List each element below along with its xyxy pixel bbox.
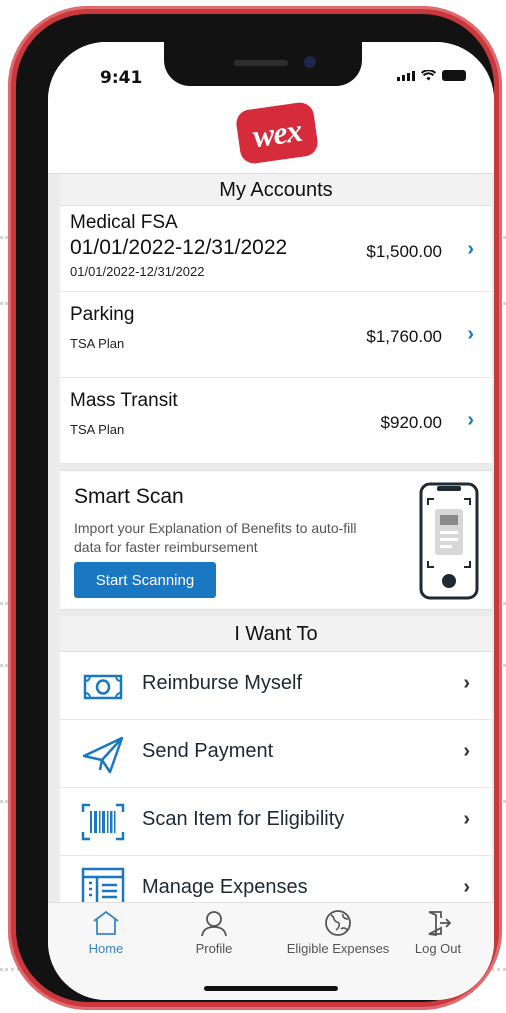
scan-item-eligibility-item[interactable]: Scan Item for Eligibility ›: [60, 788, 492, 856]
chevron-right-icon: ›: [467, 323, 474, 345]
battery-icon: [442, 70, 466, 81]
i-want-to-heading: I Want To: [60, 616, 492, 652]
home-icon: [93, 910, 119, 935]
chevron-right-icon: ›: [467, 238, 474, 260]
chevron-right-icon: ›: [463, 672, 470, 694]
account-name: Parking: [70, 304, 135, 325]
chevron-right-icon: ›: [467, 409, 474, 431]
smart-scan-card: Smart Scan Import your Explanation of Be…: [60, 470, 492, 610]
logout-icon: [428, 911, 452, 937]
smart-scan-title: Smart Scan: [74, 485, 184, 508]
profile-icon: [201, 911, 227, 937]
phone-scan-illustration-icon: [419, 482, 479, 600]
account-row-mass-transit[interactable]: Mass Transit TSA Plan $920.00 ›: [60, 378, 492, 464]
account-subtitle: 01/01/2022-12/31/2022: [70, 264, 205, 279]
tab-label: Profile: [195, 941, 233, 956]
front-camera: [304, 56, 316, 68]
wex-logo: wex: [234, 100, 320, 166]
account-row-parking[interactable]: Parking TSA Plan $1,760.00 ›: [60, 292, 492, 378]
account-plan-dates: 01/01/2022-12/31/2022: [70, 236, 288, 259]
paper-plane-icon: [82, 736, 124, 774]
account-balance: $1,760.00: [366, 327, 442, 346]
phone-bezel: 9:41 wex My Accounts Medical FSA 01/01/2…: [16, 14, 494, 1002]
account-name: Mass Transit: [70, 390, 178, 411]
reimburse-myself-item[interactable]: Reimburse Myself ›: [60, 652, 492, 720]
account-subtitle: TSA Plan: [70, 422, 125, 437]
account-balance: $1,500.00: [366, 242, 442, 261]
cellular-signal-icon: [397, 71, 415, 81]
account-balance: $920.00: [380, 413, 442, 432]
main-content: My Accounts Medical FSA 01/01/2022-12/31…: [60, 174, 492, 924]
cash-icon: [83, 674, 123, 700]
wifi-icon: [421, 70, 436, 81]
tab-profile[interactable]: Profile: [164, 909, 264, 956]
item-label: Send Payment: [142, 740, 274, 762]
tab-eligible-expenses[interactable]: Eligible Expenses: [274, 909, 402, 956]
tab-log-out[interactable]: Log Out: [388, 909, 488, 956]
status-time: 9:41: [100, 68, 143, 88]
phone-notch: [164, 42, 362, 86]
app-screen: 9:41 wex My Accounts Medical FSA 01/01/2…: [48, 42, 494, 1000]
chevron-right-icon: ›: [463, 876, 470, 898]
item-label: Manage Expenses: [142, 876, 308, 898]
tab-label: Log Out: [414, 941, 462, 956]
account-row-medical-fsa[interactable]: Medical FSA 01/01/2022-12/31/2022 01/01/…: [60, 206, 492, 292]
smart-scan-description: Import your Explanation of Benefits to a…: [74, 520, 357, 555]
barcode-icon: [81, 803, 125, 841]
item-label: Scan Item for Eligibility: [142, 808, 345, 830]
tab-label: Eligible Expenses: [286, 941, 390, 956]
speaker-grill: [234, 60, 288, 66]
item-label: Reimburse Myself: [142, 672, 303, 694]
send-payment-item[interactable]: Send Payment ›: [60, 720, 492, 788]
my-accounts-heading: My Accounts: [60, 174, 492, 206]
chevron-right-icon: ›: [463, 808, 470, 830]
start-scanning-button[interactable]: Start Scanning: [74, 562, 216, 598]
tab-label: Home: [88, 941, 124, 956]
globe-icon: [325, 910, 351, 936]
chevron-right-icon: ›: [463, 740, 470, 762]
account-name: Medical FSA: [70, 212, 178, 233]
account-subtitle: TSA Plan: [70, 336, 125, 351]
tab-home[interactable]: Home: [56, 909, 156, 956]
home-indicator[interactable]: [204, 986, 338, 991]
status-icons: [397, 70, 466, 81]
